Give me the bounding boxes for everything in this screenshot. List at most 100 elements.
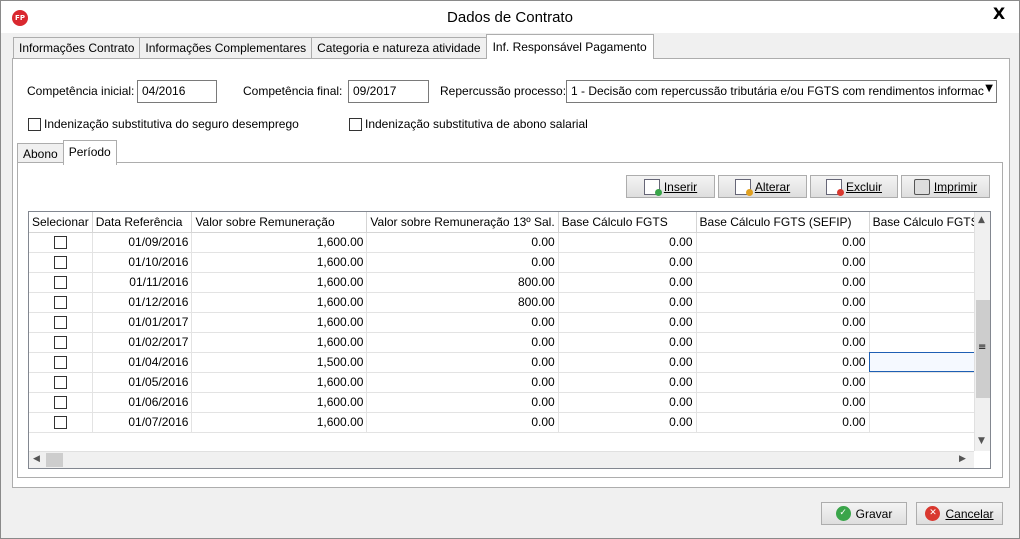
base-calculo-fgts-sefip-cell[interactable]: 0.00 [696,412,870,433]
repercussao-processo-select[interactable]: 1 - Decisão com repercussão tributária e… [566,80,997,103]
base-calculo-fgts-cell[interactable]: 0.00 [558,412,697,433]
table-row[interactable]: 01/02/2017 1,600.00 0.00 0.00 0.00 [29,332,990,353]
tab-informacoes-contrato[interactable]: Informações Contrato [13,37,141,59]
valor-remuneracao-13-cell[interactable]: 0.00 [366,252,559,273]
base-calculo-fgts-extra-cell[interactable] [869,352,990,373]
row-select-checkbox[interactable] [29,272,93,293]
valor-remuneracao-13-cell[interactable]: 800.00 [366,272,559,293]
base-calculo-fgts-cell[interactable]: 0.00 [558,332,697,353]
row-checkbox[interactable] [53,295,67,309]
column-header-base-calculo-fgts[interactable]: Base Cálculo FGTS [558,212,697,233]
table-row[interactable]: 01/04/2016 1,500.00 0.00 0.00 0.00 [29,352,990,373]
row-select-checkbox[interactable] [29,372,93,393]
base-calculo-fgts-sefip-cell[interactable]: 0.00 [696,352,870,373]
column-header-base-calculo-fgts-extra[interactable]: Base Cálculo FGTS ( [869,212,990,233]
row-select-checkbox[interactable] [29,252,93,273]
row-select-checkbox[interactable] [29,232,93,253]
row-checkbox[interactable] [53,335,67,349]
base-calculo-fgts-extra-cell[interactable] [869,412,990,433]
table-row[interactable]: 01/12/2016 1,600.00 800.00 0.00 0.00 [29,292,990,313]
row-checkbox[interactable] [53,375,67,389]
scroll-left-icon[interactable]: ◀ [33,454,40,464]
valor-remuneracao-13-cell[interactable]: 0.00 [366,232,559,253]
base-calculo-fgts-sefip-cell[interactable]: 0.00 [696,252,870,273]
imprimir-button[interactable]: Imprimir [901,175,990,198]
base-calculo-fgts-sefip-cell[interactable]: 0.00 [696,232,870,253]
inserir-button[interactable]: Inserir [626,175,715,198]
valor-remuneracao-cell[interactable]: 1,600.00 [191,292,368,313]
base-calculo-fgts-cell[interactable]: 0.00 [558,252,697,273]
scroll-up-icon[interactable]: ▲ [978,215,985,225]
base-calculo-fgts-extra-cell[interactable] [869,292,990,313]
valor-remuneracao-cell[interactable]: 1,600.00 [191,392,368,413]
base-calculo-fgts-sefip-cell[interactable]: 0.00 [696,392,870,413]
scroll-right-icon[interactable]: ▶ [959,454,966,464]
base-calculo-fgts-cell[interactable]: 0.00 [558,372,697,393]
excluir-button[interactable]: Excluir [810,175,898,198]
table-row[interactable]: 01/06/2016 1,600.00 0.00 0.00 0.00 [29,392,990,413]
column-header-base-calculo-fgts-sefip[interactable]: Base Cálculo FGTS (SEFIP) [696,212,870,233]
abono-salarial-option[interactable]: Indenização substitutiva de abono salari… [349,117,588,131]
data-referencia-cell[interactable]: 01/11/2016 [92,272,193,293]
row-select-checkbox[interactable] [29,292,93,313]
data-referencia-cell[interactable]: 01/07/2016 [92,412,193,433]
base-calculo-fgts-extra-cell[interactable] [869,372,990,393]
data-referencia-cell[interactable]: 01/04/2016 [92,352,193,373]
data-referencia-cell[interactable]: 01/02/2017 [92,332,193,353]
tab-periodo[interactable]: Período [62,140,117,165]
valor-remuneracao-13-cell[interactable]: 0.00 [366,312,559,333]
column-header-valor-remuneracao[interactable]: Valor sobre Remuneração [191,212,368,233]
valor-remuneracao-13-cell[interactable]: 0.00 [366,372,559,393]
base-calculo-fgts-sefip-cell[interactable]: 0.00 [696,312,870,333]
data-referencia-cell[interactable]: 01/12/2016 [92,292,193,313]
data-referencia-cell[interactable]: 01/06/2016 [92,392,193,413]
valor-remuneracao-cell[interactable]: 1,600.00 [191,372,368,393]
base-calculo-fgts-sefip-cell[interactable]: 0.00 [696,272,870,293]
cancelar-button[interactable]: ✕ Cancelar [916,502,1003,525]
base-calculo-fgts-extra-cell[interactable] [869,312,990,333]
valor-remuneracao-cell[interactable]: 1,600.00 [191,232,368,253]
base-calculo-fgts-sefip-cell[interactable]: 0.00 [696,292,870,313]
base-calculo-fgts-extra-cell[interactable] [869,332,990,353]
column-header-data-referencia[interactable]: Data Referência [92,212,193,233]
tab-inf-responsavel-pagamento[interactable]: Inf. Responsável Pagamento [485,34,654,59]
row-select-checkbox[interactable] [29,412,93,433]
competencia-final-input[interactable]: 09/2017 [348,80,429,103]
row-checkbox[interactable] [53,415,67,429]
seguro-desemprego-checkbox[interactable] [28,117,41,131]
row-checkbox[interactable] [53,275,67,289]
base-calculo-fgts-cell[interactable]: 0.00 [558,392,697,413]
base-calculo-fgts-sefip-cell[interactable]: 0.00 [696,332,870,353]
table-row[interactable]: 01/09/2016 1,600.00 0.00 0.00 0.00 [29,232,990,253]
data-referencia-cell[interactable]: 01/09/2016 [92,232,193,253]
base-calculo-fgts-cell[interactable]: 0.00 [558,272,697,293]
close-button[interactable]: X [981,3,1017,25]
data-referencia-cell[interactable]: 01/05/2016 [92,372,193,393]
valor-remuneracao-cell[interactable]: 1,600.00 [191,252,368,273]
abono-salarial-checkbox[interactable] [349,117,362,131]
base-calculo-fgts-extra-cell[interactable] [869,232,990,253]
tab-categoria-natureza[interactable]: Categoria e natureza atividade [311,37,487,59]
data-referencia-cell[interactable]: 01/01/2017 [92,312,193,333]
valor-remuneracao-13-cell[interactable]: 800.00 [366,292,559,313]
valor-remuneracao-13-cell[interactable]: 0.00 [366,392,559,413]
tab-abono[interactable]: Abono [17,143,64,164]
valor-remuneracao-13-cell[interactable]: 0.00 [366,332,559,353]
table-row[interactable]: 01/11/2016 1,600.00 800.00 0.00 0.00 [29,272,990,293]
horizontal-scroll-thumb[interactable] [46,453,63,467]
valor-remuneracao-cell[interactable]: 1,600.00 [191,272,368,293]
row-checkbox[interactable] [53,315,67,329]
base-calculo-fgts-extra-cell[interactable] [869,252,990,273]
row-select-checkbox[interactable] [29,352,93,373]
horizontal-scrollbar[interactable]: ◀ ▶ [29,451,974,468]
row-select-checkbox[interactable] [29,332,93,353]
valor-remuneracao-cell[interactable]: 1,500.00 [191,352,368,373]
competencia-inicial-input[interactable]: 04/2016 [137,80,217,103]
base-calculo-fgts-extra-cell[interactable] [869,272,990,293]
base-calculo-fgts-cell[interactable]: 0.00 [558,352,697,373]
table-row[interactable]: 01/01/2017 1,600.00 0.00 0.00 0.00 [29,312,990,333]
base-calculo-fgts-extra-cell[interactable] [869,392,990,413]
data-referencia-cell[interactable]: 01/10/2016 [92,252,193,273]
row-select-checkbox[interactable] [29,392,93,413]
table-row[interactable]: 01/07/2016 1,600.00 0.00 0.00 0.00 [29,412,990,433]
